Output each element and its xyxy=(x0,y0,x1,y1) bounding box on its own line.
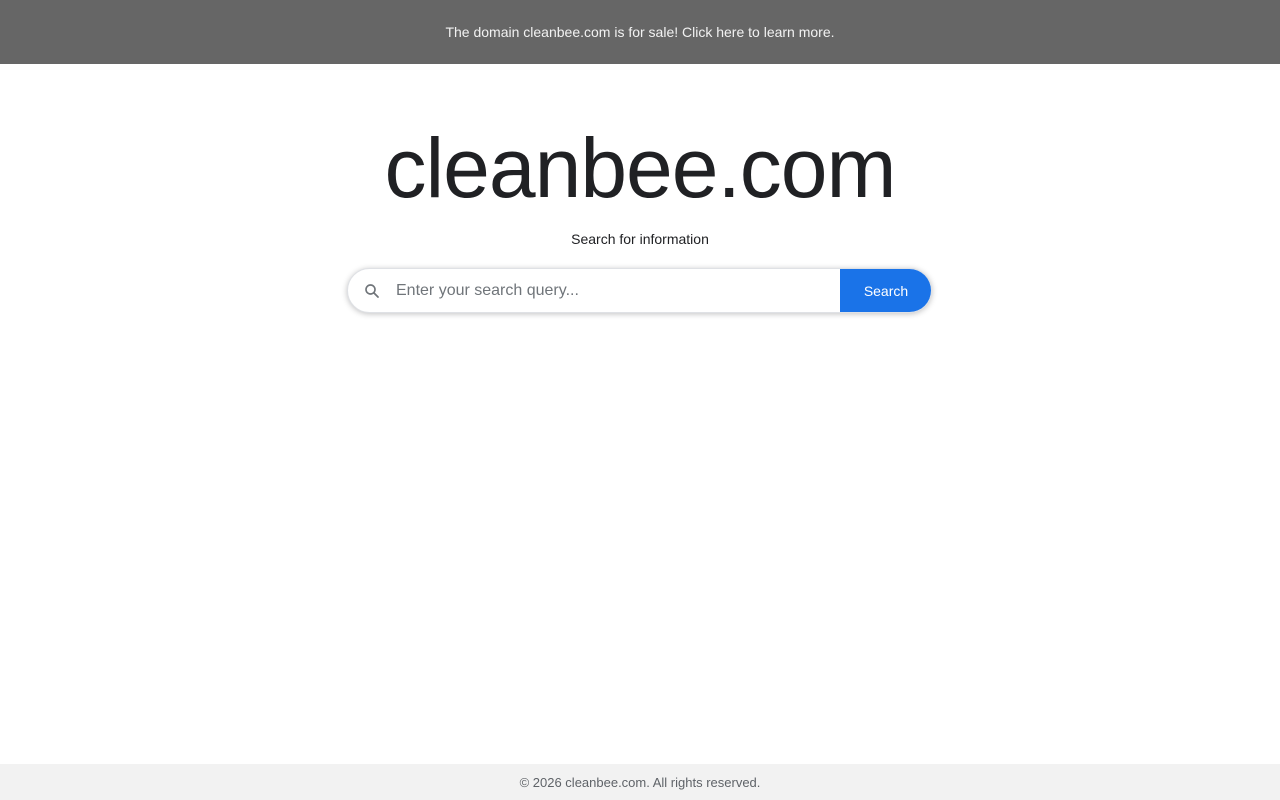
search-subtitle: Search for information xyxy=(571,231,709,247)
domain-sale-banner-text[interactable]: The domain cleanbee.com is for sale! Cli… xyxy=(445,24,834,40)
search-form: Search xyxy=(347,268,932,313)
site-title: cleanbee.com xyxy=(384,121,897,215)
copyright-text: © 2026 cleanbee.com. All rights reserved… xyxy=(519,774,761,790)
search-input[interactable] xyxy=(396,269,840,312)
footer: © 2026 cleanbee.com. All rights reserved… xyxy=(0,764,1280,800)
domain-sale-banner[interactable]: The domain cleanbee.com is for sale! Cli… xyxy=(0,0,1280,64)
search-icon xyxy=(348,269,396,312)
search-button[interactable]: Search xyxy=(840,269,931,312)
page: The domain cleanbee.com is for sale! Cli… xyxy=(0,0,1280,800)
